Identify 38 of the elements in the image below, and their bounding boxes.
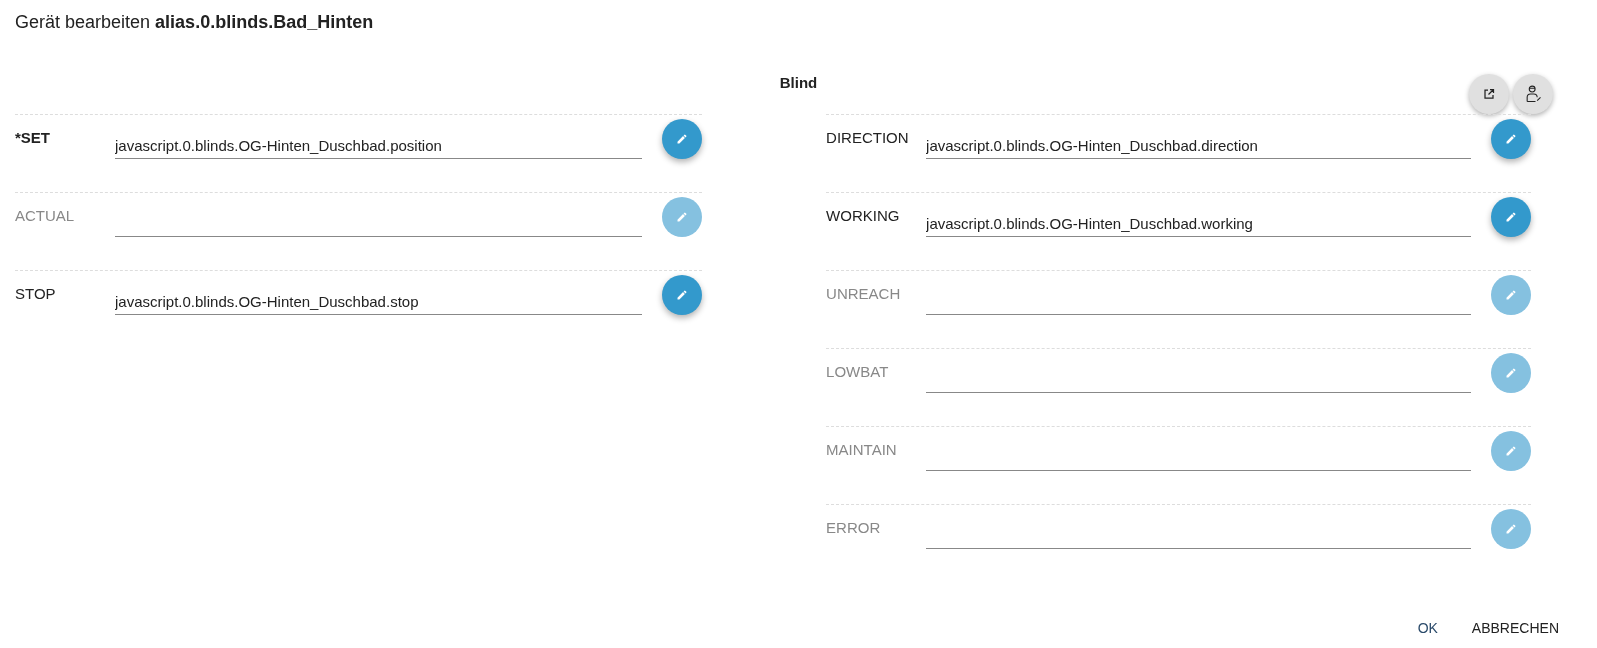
edit-button[interactable] xyxy=(1491,275,1531,315)
state-id-field[interactable]: javascript.0.blinds.OG-Hinten_Duschbad.stop xyxy=(115,288,643,315)
state-label: DIRECTION xyxy=(826,128,910,146)
state-label: MAINTAIN xyxy=(826,440,898,458)
ok-button[interactable]: OK xyxy=(1409,614,1446,642)
open-external-icon xyxy=(1483,88,1495,100)
pencil-icon xyxy=(1505,211,1517,223)
state-id-field[interactable]: javascript.0.blinds.OG-Hinten_Duschbad.direction xyxy=(926,132,1471,159)
pencil-icon xyxy=(676,133,689,145)
edit-button[interactable] xyxy=(1491,353,1531,393)
edit-button[interactable] xyxy=(662,119,703,159)
dialog-title: Gerät bearbeiten alias.0.blinds.Bad_Hinten xyxy=(15,11,375,34)
open-button[interactable] xyxy=(1469,74,1509,114)
device-type: Blind xyxy=(779,74,818,91)
state-label: ACTUAL xyxy=(15,206,76,224)
edit-button[interactable] xyxy=(1491,197,1531,237)
cancel-button[interactable]: ABBRECHEN xyxy=(1463,614,1567,642)
pencil-icon xyxy=(676,289,689,301)
pencil-icon xyxy=(1505,133,1517,145)
pencil-icon xyxy=(1505,445,1517,457)
state-id-field[interactable]: javascript.0.blinds.OG-Hinten_Duschbad.working xyxy=(926,210,1471,237)
edit-button[interactable] xyxy=(1491,431,1531,471)
pencil-icon xyxy=(1505,289,1517,301)
edit-button[interactable] xyxy=(662,275,703,315)
person-button[interactable] xyxy=(1513,74,1553,114)
state-label: WORKING xyxy=(826,206,901,224)
edit-button[interactable] xyxy=(662,197,703,237)
state-label: UNREACH xyxy=(826,284,902,302)
edit-button[interactable] xyxy=(1491,119,1531,159)
pencil-icon xyxy=(1505,367,1517,379)
state-label: LOWBAT xyxy=(826,362,890,380)
state-label: STOP xyxy=(15,284,57,302)
edit-button[interactable] xyxy=(1491,509,1531,549)
pencil-icon xyxy=(1505,523,1517,535)
pencil-icon xyxy=(676,211,689,223)
state-label: *SET xyxy=(15,128,51,146)
state-id-field[interactable]: javascript.0.blinds.OG-Hinten_Duschbad.position xyxy=(115,132,643,159)
state-label: ERROR xyxy=(826,518,882,536)
